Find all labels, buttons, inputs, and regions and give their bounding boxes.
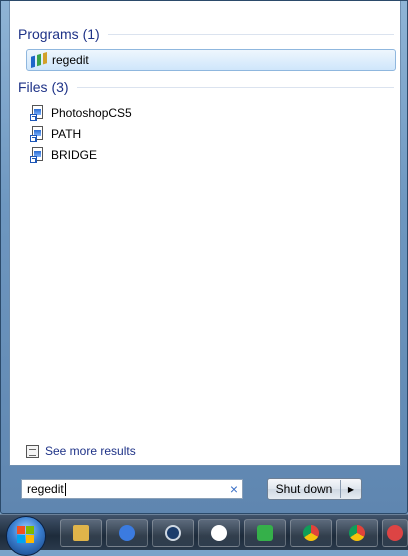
see-more-results-icon (26, 444, 39, 458)
see-more-results-link[interactable]: See more results (26, 444, 136, 458)
file-shortcut-icon (30, 126, 46, 142)
taskbar-chrome[interactable] (290, 519, 332, 547)
chrome-icon (303, 525, 319, 541)
chrome-icon-2 (349, 525, 365, 541)
programs-heading-label: Programs (1) (18, 26, 100, 42)
taskbar-blue-app[interactable] (106, 519, 148, 547)
search-input[interactable]: regedit × (21, 479, 243, 499)
result-bridge[interactable]: BRIDGE (26, 144, 396, 166)
start-menu: Programs (1) regedit Files (3) Photoshop… (0, 0, 408, 514)
result-label: PhotoshopCS5 (51, 106, 132, 120)
file-shortcut-icon (30, 105, 46, 121)
shutdown-button[interactable]: Shut down ▶ (267, 478, 362, 500)
partial-app-icon (387, 525, 403, 541)
taskbar-partial-app[interactable] (382, 519, 408, 547)
result-label: regedit (52, 53, 89, 67)
windows-start-orb-icon[interactable] (6, 516, 46, 556)
shutdown-label: Shut down (275, 482, 333, 496)
windows-flag-icon (17, 526, 35, 544)
result-label: BRIDGE (51, 148, 98, 162)
section-divider (107, 33, 394, 35)
file-explorer-icon (73, 525, 89, 541)
taskbar-media-player[interactable] (198, 519, 240, 547)
result-photoshopcs5[interactable]: PhotoshopCS5 (26, 102, 396, 124)
result-regedit[interactable]: regedit (26, 49, 396, 71)
taskbar-chrome-2[interactable] (336, 519, 378, 547)
clear-search-icon[interactable]: × (230, 481, 238, 497)
blue-circle-app-icon (119, 525, 135, 541)
taskbar-green-app[interactable] (244, 519, 286, 547)
registry-editor-icon (31, 52, 47, 68)
taskbar-steam[interactable] (152, 519, 194, 547)
files-heading-label: Files (3) (18, 79, 69, 95)
text-cursor (64, 482, 66, 496)
search-input-value: regedit (27, 482, 64, 496)
steam-icon (165, 525, 181, 541)
green-app-icon (257, 525, 273, 541)
result-path[interactable]: PATH (26, 123, 396, 145)
see-more-results-label: See more results (45, 444, 136, 458)
programs-heading[interactable]: Programs (1) (18, 26, 394, 42)
shutdown-options-arrow-icon[interactable]: ▶ (341, 485, 361, 494)
section-divider (76, 86, 394, 88)
search-results-panel: Programs (1) regedit Files (3) Photoshop… (9, 1, 401, 466)
taskbar-file-explorer[interactable] (60, 519, 102, 547)
result-label: PATH (51, 127, 82, 141)
media-player-icon (211, 525, 227, 541)
files-heading[interactable]: Files (3) (18, 79, 394, 95)
file-shortcut-icon (30, 147, 46, 163)
